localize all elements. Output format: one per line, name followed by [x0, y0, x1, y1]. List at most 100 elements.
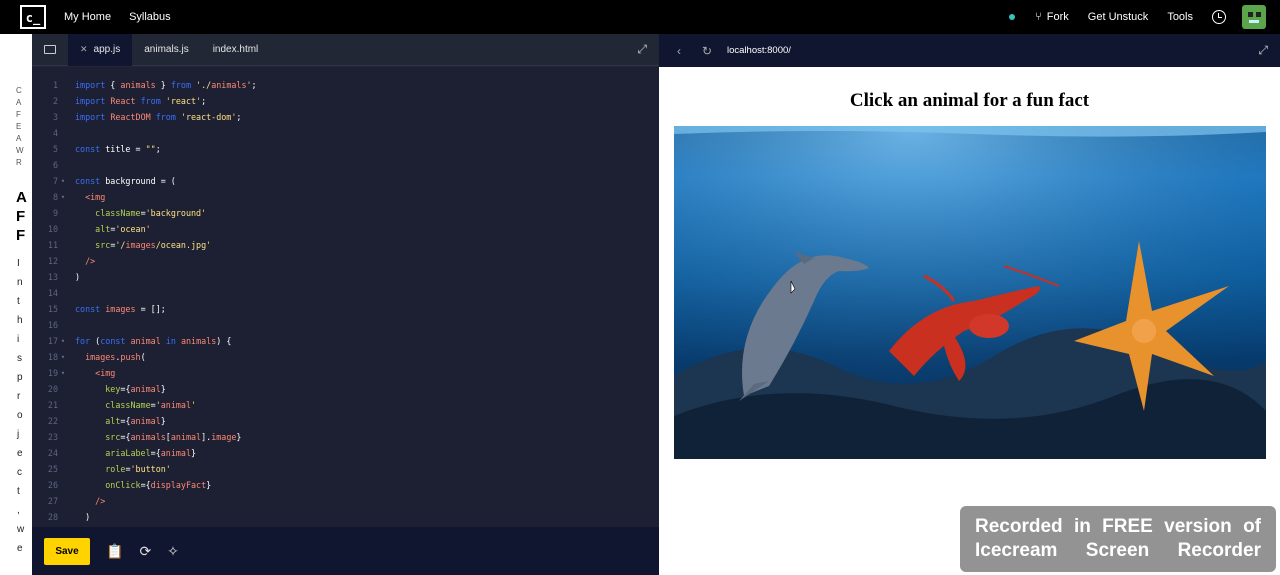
line-number: 13 — [47, 272, 58, 282]
code-line[interactable]: 8 ▾ <img — [32, 189, 659, 205]
line-number: 4 — [52, 128, 58, 138]
code-line[interactable]: 17 ▾ for (const animal in animals) { — [32, 333, 659, 349]
fold-arrow-icon[interactable]: ▾ — [58, 365, 68, 381]
fold-gutter — [58, 125, 68, 141]
browser-toolbar: ‹ ↻ localhost:8000/ ⤢ — [659, 34, 1280, 67]
code-text: const background = ( — [75, 176, 176, 186]
lesson-body: h — [17, 315, 23, 326]
lesson-body: j — [17, 429, 20, 440]
fold-gutter — [58, 269, 68, 285]
refresh-icon[interactable]: ↻ — [699, 44, 715, 58]
reset-icon[interactable]: ⟳ — [139, 543, 151, 560]
back-icon[interactable]: ‹ — [671, 44, 687, 58]
code-line[interactable]: 16 — [32, 317, 659, 333]
lesson-body: n — [17, 277, 23, 288]
lesson-text: A — [16, 98, 22, 107]
tab-label: index.html — [212, 44, 259, 55]
tools-button[interactable]: Tools — [1167, 11, 1193, 23]
fold-gutter — [58, 109, 68, 125]
lesson-body: p — [17, 372, 23, 383]
lesson-body: s — [17, 353, 22, 364]
tab-label: animals.js — [144, 44, 189, 55]
fold-arrow-icon[interactable]: ▾ — [58, 333, 68, 349]
close-icon[interactable]: ✕ — [80, 44, 88, 55]
code-line[interactable]: 6 — [32, 157, 659, 173]
tab-app-js[interactable]: ✕ app.js — [68, 33, 133, 66]
get-unstuck-button[interactable]: Get Unstuck — [1088, 11, 1149, 23]
fold-gutter — [58, 157, 68, 173]
lesson-body: w — [17, 524, 25, 535]
lesson-body: t — [17, 486, 20, 497]
code-area[interactable]: 1 import { animals } from './animals'; 2 im… — [32, 67, 659, 559]
tab-index-html[interactable]: index.html — [201, 34, 271, 66]
line-number: 17 — [47, 336, 58, 346]
code-line[interactable]: 7 ▾ const background = ( — [32, 173, 659, 189]
fork-icon: ⑂ — [1035, 11, 1042, 23]
lesson-text: C — [16, 86, 22, 95]
save-button[interactable]: Save — [44, 537, 90, 565]
fold-gutter — [58, 493, 68, 509]
code-line[interactable]: 28 ) — [32, 509, 659, 525]
code-line[interactable]: 1 import { animals } from './animals'; — [32, 77, 659, 93]
code-line[interactable]: 24 ariaLabel={animal} — [32, 445, 659, 461]
nav-syllabus[interactable]: Syllabus — [129, 11, 171, 23]
code-line[interactable]: 9 className='background' — [32, 205, 659, 221]
nav-my-home[interactable]: My Home — [64, 11, 111, 23]
code-line[interactable]: 20 key={animal} — [32, 381, 659, 397]
tab-animals-js[interactable]: animals.js — [132, 34, 200, 66]
expand-icon[interactable]: ⤢ — [637, 42, 647, 57]
code-text: const images = []; — [75, 304, 166, 314]
code-line[interactable]: 11 src='/images/ocean.jpg' — [32, 237, 659, 253]
ocean-scene — [674, 126, 1266, 459]
codecademy-logo[interactable]: c_ — [20, 5, 46, 29]
code-line[interactable]: 21 className='animal' — [32, 397, 659, 413]
code-line[interactable]: 12 /> — [32, 253, 659, 269]
fold-arrow-icon[interactable]: ▾ — [58, 349, 68, 365]
lesson-text: A — [16, 134, 22, 143]
clipboard-icon[interactable]: 📋 — [106, 543, 123, 560]
recorder-watermark: Recorded in FREE version of Icecream Scr… — [960, 506, 1276, 572]
code-line[interactable]: 3 import ReactDOM from 'react-dom'; — [32, 109, 659, 125]
code-line[interactable]: 26 onClick={displayFact} — [32, 477, 659, 493]
code-line[interactable]: 5 const title = ""; — [32, 141, 659, 157]
code-line[interactable]: 13) — [32, 269, 659, 285]
code-line[interactable]: 14 — [32, 285, 659, 301]
code-text: const title = ""; — [75, 144, 161, 154]
code-line[interactable]: 18 ▾ images.push( — [32, 349, 659, 365]
code-text: className='background' — [95, 208, 207, 218]
code-line[interactable]: 27 /> — [32, 493, 659, 509]
page-heading: Click an animal for a fun fact — [849, 90, 1090, 111]
code-line[interactable]: 22 alt={animal} — [32, 413, 659, 429]
lesson-heading: F — [16, 227, 26, 244]
fork-button[interactable]: ⑂ Fork — [1035, 11, 1069, 23]
line-number: 22 — [47, 416, 58, 426]
lesson-body: e — [17, 543, 23, 554]
expand-icon[interactable]: ⤢ — [1258, 43, 1268, 58]
code-line[interactable]: 23 src={animals[animal].image} — [32, 429, 659, 445]
line-number: 11 — [47, 240, 58, 250]
avatar[interactable] — [1242, 5, 1266, 29]
code-line[interactable]: 4 — [32, 125, 659, 141]
code-text: onClick={displayFact} — [105, 480, 212, 490]
code-line[interactable]: 19 ▾ <img — [32, 365, 659, 381]
folder-icon[interactable] — [44, 45, 56, 54]
code-line[interactable]: 2 import React from 'react'; — [32, 93, 659, 109]
code-line[interactable]: 25 role='button' — [32, 461, 659, 477]
code-text: alt={animal} — [105, 416, 166, 426]
code-text: className='animal' — [105, 400, 197, 410]
fold-gutter — [58, 317, 68, 333]
fold-arrow-icon[interactable]: ▾ — [58, 189, 68, 205]
code-line[interactable]: 15 const images = []; — [32, 301, 659, 317]
code-text: images.push( — [85, 352, 146, 362]
code-line[interactable]: 10 alt='ocean' — [32, 221, 659, 237]
magic-wand-icon[interactable]: ✧ — [167, 543, 179, 560]
line-number: 16 — [47, 320, 58, 330]
fold-arrow-icon[interactable]: ▾ — [58, 173, 68, 189]
url-field[interactable]: localhost:8000/ — [727, 45, 791, 56]
get-unstuck-label: Get Unstuck — [1087, 11, 1149, 23]
alarm-clock-icon[interactable] — [1212, 10, 1226, 24]
fold-gutter — [58, 205, 68, 221]
line-number: 14 — [47, 288, 58, 298]
